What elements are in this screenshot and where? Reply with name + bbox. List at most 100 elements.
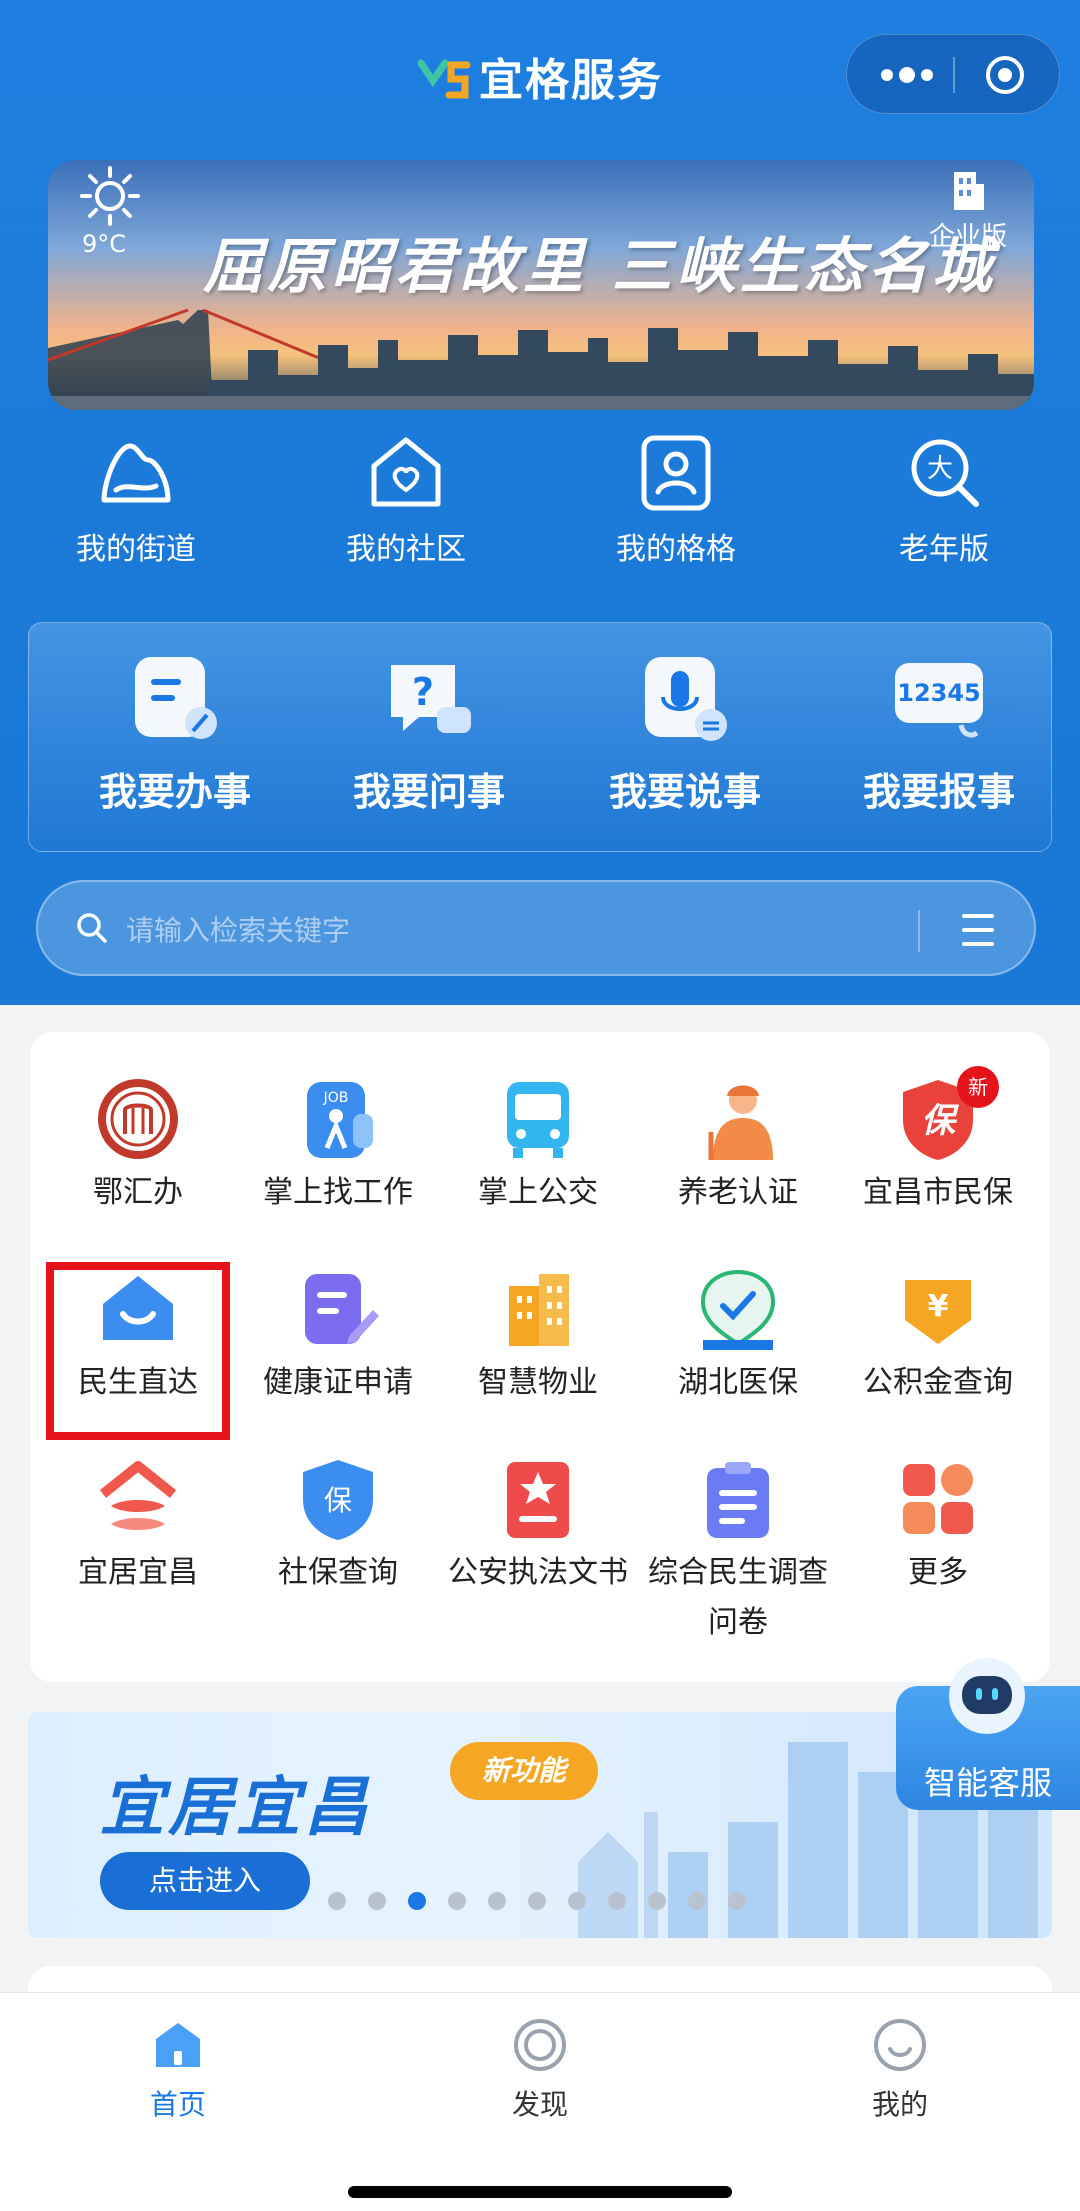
service-label: 宜昌市民保 bbox=[863, 1175, 1013, 1210]
service-survey[interactable]: 综合民生调查问卷 bbox=[638, 1454, 838, 1648]
action-report[interactable]: 12345 我要报事 bbox=[829, 651, 1049, 816]
action-label: 我要报事 bbox=[862, 770, 1015, 814]
capsule-divider bbox=[953, 57, 955, 93]
carousel-dot[interactable] bbox=[568, 1892, 586, 1910]
service-label: 掌上找工作 bbox=[263, 1175, 413, 1210]
service-housing-fund[interactable]: ¥ 公积金查询 bbox=[838, 1264, 1038, 1408]
service-smart-property[interactable]: 智慧物业 bbox=[438, 1264, 638, 1408]
service-more[interactable]: 更多 bbox=[838, 1454, 1038, 1598]
home-indicator bbox=[348, 2186, 732, 2198]
search-bar bbox=[36, 880, 1036, 976]
yige-logo-icon bbox=[417, 59, 471, 99]
highlight-box bbox=[46, 1262, 230, 1440]
carousel-dot[interactable] bbox=[328, 1892, 346, 1910]
service-job[interactable]: JOB 掌上找工作 bbox=[238, 1074, 438, 1218]
quick-link-label: 我的社区 bbox=[346, 532, 466, 567]
smart-customer-service[interactable]: 智能客服 bbox=[896, 1648, 1080, 1810]
city-skyline-image bbox=[48, 308, 1034, 410]
service-label: 更多 bbox=[908, 1555, 968, 1590]
promo-title: 宜居宜昌 bbox=[100, 1771, 372, 1845]
service-social-security[interactable]: 保 社保查询 bbox=[238, 1454, 438, 1598]
tab-mine[interactable]: 我的 bbox=[800, 2017, 1000, 2123]
home-icon bbox=[156, 2023, 200, 2067]
search-input[interactable] bbox=[126, 900, 886, 960]
bus-icon bbox=[507, 1082, 569, 1158]
city-banner[interactable]: 9°C 屈原昭君故里 三峡生态名城 企业版 bbox=[48, 160, 1034, 410]
carousel-dot[interactable] bbox=[728, 1892, 746, 1910]
service-bus[interactable]: 掌上公交 bbox=[438, 1074, 638, 1218]
quick-link-street[interactable]: 我的街道 bbox=[36, 430, 236, 568]
service-label: 公安执法文书 bbox=[448, 1555, 628, 1590]
quick-links-row: 我的街道 我的社区 我的格格 大 老年版 bbox=[0, 430, 1080, 600]
miniprogram-capsule bbox=[846, 34, 1060, 114]
temperature: 9°C bbox=[82, 230, 127, 258]
quick-link-label: 老年版 bbox=[899, 532, 989, 567]
search-icon bbox=[77, 913, 107, 943]
new-badge: 新 bbox=[957, 1066, 999, 1108]
carousel-dot[interactable] bbox=[528, 1892, 546, 1910]
clipboard-icon bbox=[707, 1462, 769, 1538]
enterprise-label: 企业版 bbox=[928, 222, 1007, 252]
service-health-cert[interactable]: 健康证申请 bbox=[238, 1264, 438, 1408]
robot-assistant-icon bbox=[949, 1658, 1025, 1734]
house-stack-icon bbox=[99, 1461, 177, 1530]
search-divider bbox=[918, 910, 920, 952]
tab-label: 首页 bbox=[149, 2088, 206, 2121]
service-label: 社保查询 bbox=[278, 1555, 398, 1590]
carousel-dot[interactable] bbox=[648, 1892, 666, 1910]
carousel-dot[interactable] bbox=[368, 1892, 386, 1910]
job-search-icon: JOB bbox=[307, 1082, 373, 1158]
tab-label: 发现 bbox=[511, 2088, 568, 2121]
carousel-dot[interactable] bbox=[408, 1892, 426, 1910]
service-label: 宜居宜昌 bbox=[78, 1555, 198, 1590]
list-menu-icon[interactable] bbox=[958, 908, 998, 952]
shield-bao-text: 保 bbox=[921, 1101, 960, 1141]
discover-ring-icon bbox=[514, 2019, 566, 2071]
quick-link-label: 我的格格 bbox=[616, 532, 736, 567]
quick-link-label: 我的街道 bbox=[76, 532, 196, 567]
action-speak[interactable]: 我要说事 bbox=[575, 651, 795, 816]
building-icon bbox=[509, 1274, 569, 1346]
quick-link-elder-mode[interactable]: 大 老年版 bbox=[844, 430, 1044, 568]
shield-bao-icon-wrap: 保 新 bbox=[893, 1066, 999, 1164]
job-icon-text: JOB bbox=[323, 1090, 349, 1106]
promo-enter-button[interactable]: 点击进入 bbox=[100, 1852, 310, 1910]
hubei-medical-icon bbox=[700, 1269, 776, 1350]
action-ask[interactable]: ? 我要问事 bbox=[319, 651, 539, 816]
service-grid-card: 鄂汇办 JOB 掌上找工作 掌上公交 养老认证 保 新 宜昌市民保 民生直达 健… bbox=[30, 1032, 1050, 1682]
service-ehuiban[interactable]: 鄂汇办 bbox=[38, 1074, 238, 1218]
carousel-dot[interactable] bbox=[608, 1892, 626, 1910]
person-card-icon bbox=[641, 435, 711, 511]
service-police-docs[interactable]: 公安执法文书 bbox=[438, 1454, 638, 1598]
bottom-tab-bar: 首页 发现 我的 bbox=[0, 1992, 1080, 2211]
quick-link-gege[interactable]: 我的格格 bbox=[576, 430, 776, 568]
tab-home[interactable]: 首页 bbox=[78, 2017, 278, 2123]
service-label: 公积金查询 bbox=[863, 1365, 1013, 1400]
quick-link-community[interactable]: 我的社区 bbox=[306, 430, 506, 568]
service-hubei-medical[interactable]: 湖北医保 bbox=[638, 1264, 838, 1408]
service-label: 健康证申请 bbox=[263, 1365, 413, 1400]
carousel-dot[interactable] bbox=[448, 1892, 466, 1910]
enterprise-version-link[interactable]: 企业版 bbox=[918, 166, 1018, 253]
service-label: 鄂汇办 bbox=[93, 1175, 183, 1210]
service-yichang-baoxian[interactable]: 保 新 宜昌市民保 bbox=[838, 1066, 1038, 1218]
magnifier-da-icon: 大 bbox=[911, 439, 979, 507]
carousel-dot[interactable] bbox=[688, 1892, 706, 1910]
service-label: 智慧物业 bbox=[478, 1365, 598, 1400]
service-label: 掌上公交 bbox=[478, 1175, 598, 1210]
svg-text:?: ? bbox=[412, 670, 434, 714]
building-enterprise-icon bbox=[954, 172, 984, 210]
carousel-dot[interactable] bbox=[488, 1892, 506, 1910]
action-do-business[interactable]: 我要办事 bbox=[65, 651, 285, 816]
service-elderly-auth[interactable]: 养老认证 bbox=[638, 1074, 838, 1218]
more-dots-icon[interactable] bbox=[877, 59, 937, 91]
profile-smile-icon bbox=[874, 2019, 926, 2071]
service-yiju-yichang[interactable]: 宜居宜昌 bbox=[38, 1454, 238, 1598]
tab-discover[interactable]: 发现 bbox=[440, 2017, 640, 2123]
service-label: 养老认证 bbox=[678, 1175, 798, 1210]
shield-insurance-text: 保 bbox=[324, 1484, 352, 1517]
carousel-dots bbox=[328, 1892, 768, 1912]
target-circle-icon[interactable] bbox=[983, 53, 1027, 97]
grid-more-icon bbox=[903, 1464, 973, 1534]
hotline-number: 12345 bbox=[897, 679, 981, 707]
